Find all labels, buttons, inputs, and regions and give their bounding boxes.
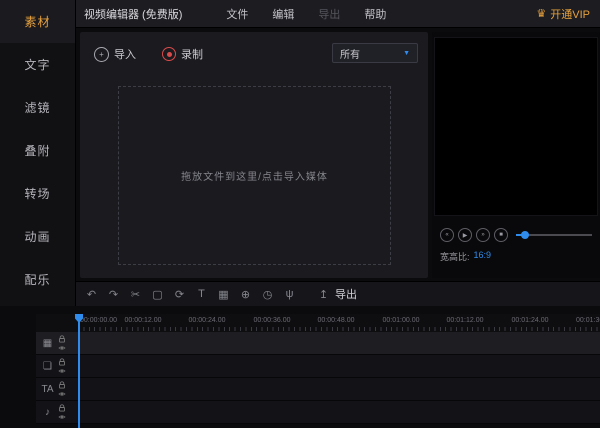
sidebar-item-music[interactable]: 配乐 bbox=[0, 258, 75, 301]
timeline-ruler[interactable]: 00:00:00.00 00:00:12.00 00:00:24.00 00:0… bbox=[36, 314, 600, 332]
menu-export: 导出 bbox=[318, 8, 341, 21]
media-filter-value: 所有 bbox=[340, 49, 360, 61]
dropzone-hint: 拖放文件到这里/点击导入媒体 bbox=[181, 172, 328, 183]
sidebar-item-text[interactable]: 文字 bbox=[0, 43, 75, 86]
record-button[interactable]: 录制 bbox=[162, 46, 203, 62]
text-track-header: TA bbox=[36, 378, 78, 401]
lock-icon[interactable] bbox=[58, 381, 66, 389]
video-viewport bbox=[434, 37, 598, 216]
media-library-panel: + 导入 录制 所有 ▼ 拖放文件到这里/点击导入媒体 bbox=[80, 32, 428, 278]
menu-bar: 文件 编辑 导出 帮助 bbox=[214, 6, 398, 22]
microphone-icon[interactable]: ψ bbox=[282, 288, 297, 300]
hide-icon[interactable] bbox=[58, 344, 66, 352]
stop-button[interactable]: ■ bbox=[494, 228, 508, 242]
import-button[interactable]: + 导入 bbox=[94, 46, 136, 62]
preview-panel: « ▶ » ■ 宽高比: 16:9 bbox=[432, 32, 600, 278]
lock-icon[interactable] bbox=[58, 358, 66, 366]
menu-file[interactable]: 文件 bbox=[214, 6, 260, 22]
video-track-icon: ▦ bbox=[42, 338, 53, 349]
sidebar-item-transition[interactable]: 转场 bbox=[0, 172, 75, 215]
skip-start-button[interactable]: « bbox=[440, 228, 454, 242]
redo-icon[interactable]: ↷ bbox=[106, 288, 121, 301]
export-label: 导出 bbox=[335, 289, 357, 301]
duration-icon[interactable]: ◷ bbox=[260, 288, 275, 301]
music-track-header: ♪ bbox=[36, 401, 78, 424]
export-icon: ↥ bbox=[318, 288, 329, 301]
sidebar-item-animation[interactable]: 动画 bbox=[0, 215, 75, 258]
video-track-lane[interactable] bbox=[36, 332, 600, 355]
ruler-tick: 00:01:24.00 bbox=[511, 317, 549, 324]
ruler-tick: 00:01:00.00 bbox=[382, 317, 420, 324]
ruler-tick: 00:00:12.00 bbox=[124, 317, 162, 324]
rotate-icon[interactable]: ⟳ bbox=[172, 288, 187, 301]
split-icon[interactable]: ✂ bbox=[128, 288, 143, 301]
title-bar: 视频编辑器 (免费版) 文件 编辑 导出 帮助 ♛ 开通VIP bbox=[76, 0, 600, 28]
zoom-icon[interactable]: ⊕ bbox=[238, 288, 253, 301]
preview-progress-slider[interactable] bbox=[516, 231, 592, 239]
music-track-icon: ♪ bbox=[45, 407, 50, 418]
playhead[interactable] bbox=[78, 314, 80, 428]
record-label: 录制 bbox=[181, 49, 203, 61]
chevron-down-icon: ▼ bbox=[403, 49, 410, 57]
sidebar-item-media[interactable]: 素材 bbox=[0, 0, 75, 43]
sidebar-item-overlay[interactable]: 叠附 bbox=[0, 129, 75, 172]
timeline-tracks bbox=[36, 332, 600, 424]
lock-icon[interactable] bbox=[58, 404, 66, 412]
ruler-tick: 00:01:36 bbox=[576, 317, 600, 324]
aspect-label: 宽高比: bbox=[440, 252, 470, 262]
play-button[interactable]: ▶ bbox=[458, 228, 472, 242]
menu-edit[interactable]: 编辑 bbox=[260, 6, 306, 22]
sidebar-item-filter[interactable]: 滤镜 bbox=[0, 86, 75, 129]
text-tool-icon[interactable]: T bbox=[194, 288, 209, 300]
track-headers: ▦ ❏ TA ♪ bbox=[36, 332, 78, 424]
record-icon bbox=[162, 47, 176, 61]
media-filter-dropdown[interactable]: 所有 ▼ bbox=[332, 43, 418, 63]
hide-icon[interactable] bbox=[58, 390, 66, 398]
crop-icon[interactable]: ▢ bbox=[150, 288, 165, 301]
vip-button[interactable]: ♛ 开通VIP bbox=[536, 6, 590, 22]
app-title: 视频编辑器 (免费版) bbox=[84, 8, 183, 21]
sidebar: 素材 文字 滤镜 叠附 转场 动画 配乐 bbox=[0, 0, 76, 306]
edit-toolbar: ↶ ↷ ✂ ▢ ⟳ T ▦ ⊕ ◷ ψ ↥ 导出 bbox=[76, 281, 600, 306]
menu-help[interactable]: 帮助 bbox=[352, 6, 398, 22]
skip-end-button[interactable]: » bbox=[476, 228, 490, 242]
timeline: 00:00:00.00 00:00:12.00 00:00:24.00 00:0… bbox=[0, 306, 600, 428]
aspect-value[interactable]: 16:9 bbox=[474, 250, 492, 263]
lock-icon[interactable] bbox=[58, 335, 66, 343]
media-dropzone[interactable]: 拖放文件到这里/点击导入媒体 bbox=[118, 86, 391, 265]
hide-icon[interactable] bbox=[58, 413, 66, 421]
text-track-icon: TA bbox=[41, 384, 54, 395]
progress-handle[interactable] bbox=[521, 231, 529, 239]
ruler-tick: 00:00:36.00 bbox=[253, 317, 291, 324]
export-button[interactable]: ↥ 导出 bbox=[316, 286, 357, 302]
pip-track-lane[interactable] bbox=[36, 355, 600, 378]
vip-label: 开通VIP bbox=[550, 8, 590, 21]
ruler-tick: 00:00:24.00 bbox=[188, 317, 226, 324]
ruler-tick: 00:00:00.00 bbox=[80, 317, 117, 324]
mosaic-icon[interactable]: ▦ bbox=[216, 288, 231, 301]
hide-icon[interactable] bbox=[58, 367, 66, 375]
ruler-tick: 00:01:12.00 bbox=[446, 317, 484, 324]
pip-track-icon: ❏ bbox=[43, 361, 52, 372]
crown-icon: ♛ bbox=[536, 8, 547, 20]
pip-track-header: ❏ bbox=[36, 355, 78, 378]
text-track-lane[interactable] bbox=[36, 378, 600, 401]
music-track-lane[interactable] bbox=[36, 401, 600, 424]
app-window: 视频编辑器 (免费版) 文件 编辑 导出 帮助 ♛ 开通VIP 素材 文字 滤镜… bbox=[0, 0, 600, 428]
import-label: 导入 bbox=[114, 49, 136, 61]
aspect-ratio: 宽高比: 16:9 bbox=[440, 250, 491, 263]
undo-icon[interactable]: ↶ bbox=[84, 288, 99, 301]
ruler-tick: 00:00:48.00 bbox=[317, 317, 355, 324]
video-track-header: ▦ bbox=[36, 332, 78, 355]
import-icon: + bbox=[94, 46, 109, 62]
